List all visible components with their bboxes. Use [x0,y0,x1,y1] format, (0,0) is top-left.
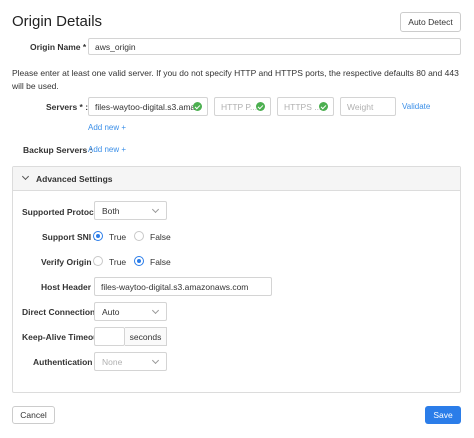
verify-origin-label: Verify Origin : [41,257,97,267]
origin-name-input[interactable]: aws_origin [88,38,461,55]
supported-protocol-select[interactable]: Both [94,201,167,220]
page-title: Origin Details [12,13,103,30]
support-sni-false-radio[interactable] [134,231,144,241]
host-header-input[interactable]: files-waytoo-digital.s3.amazonaws.com [94,277,272,296]
direct-connection-select[interactable]: Auto [94,302,167,321]
verify-origin-true-label: True [109,257,127,267]
authentication-select[interactable]: None [94,352,167,371]
support-sni-label: Support SNI : [42,232,97,242]
advanced-settings-header[interactable]: Advanced Settings [13,167,460,191]
https-port-input[interactable]: HTTPS ... [277,97,334,116]
cancel-button[interactable]: Cancel [12,406,55,424]
direct-connection-label: Direct Connection : [22,307,101,317]
keep-alive-unit: seconds [125,327,167,346]
direct-connection-value: Auto [102,306,120,317]
verify-origin-false-radio[interactable] [134,256,144,266]
valid-check-icon [193,102,202,111]
host-header-label: Host Header : [41,282,97,292]
valid-check-icon [256,102,265,111]
verify-origin-true-radio[interactable] [93,256,103,266]
validate-link[interactable]: Validate [402,102,430,111]
support-sni-false-label: False [150,232,171,242]
chevron-down-icon [151,205,160,213]
http-port-input[interactable]: HTTP P... [214,97,271,116]
keep-alive-input[interactable] [94,327,125,346]
http-port-placeholder: HTTP P... [221,101,258,112]
servers-add-new-link[interactable]: Add new + [88,123,126,132]
advanced-settings-title: Advanced Settings [36,174,113,184]
chevron-down-icon [151,306,160,314]
support-sni-true-label: True [109,232,127,242]
backup-servers-label: Backup Servers : [23,145,93,155]
verify-origin-false-label: False [150,257,171,267]
origin-name-label: Origin Name * : [30,42,92,52]
supported-protocol-value: Both [102,205,120,216]
authentication-value: None [102,356,123,367]
auto-detect-button[interactable]: Auto Detect [400,12,461,32]
backup-servers-add-new-link[interactable]: Add new + [88,145,126,154]
server-host-input[interactable]: files-waytoo-digital.s3.ama [88,97,208,116]
chevron-down-icon [151,356,160,364]
weight-input[interactable]: Weight [340,97,396,116]
valid-check-icon [319,102,328,111]
save-button[interactable]: Save [425,406,461,424]
https-port-placeholder: HTTPS ... [284,101,322,112]
servers-label: Servers * : [46,102,89,112]
servers-info-text: Please enter at least one valid server. … [12,68,459,91]
support-sni-true-radio[interactable] [93,231,103,241]
weight-placeholder: Weight [347,101,374,112]
authentication-label: Authentication : [33,357,98,367]
chevron-down-icon [21,172,30,181]
server-host-value: files-waytoo-digital.s3.ama [95,101,196,112]
